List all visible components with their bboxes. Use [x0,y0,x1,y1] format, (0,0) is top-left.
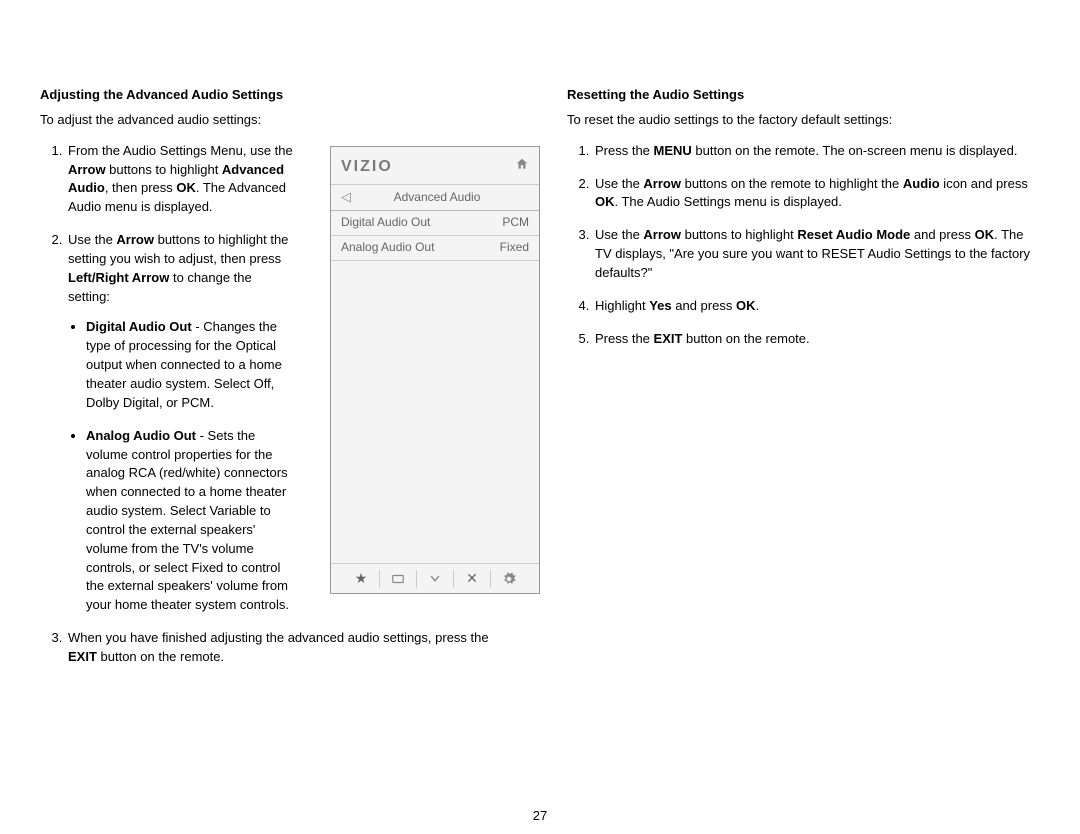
vizio-logo: VIZIO [341,155,393,178]
vizio-header: VIZIO [331,147,539,185]
menu-row-digital: Digital Audio Out PCM [331,211,539,236]
vizio-bottom-bar: ★ ✕ [331,563,539,593]
star-icon: ★ [343,570,380,588]
gear-icon [491,570,527,588]
list-item: Use the Arrow buttons on the remote to h… [593,175,1040,213]
right-column: Resetting the Audio Settings To reset th… [567,86,1040,681]
menu-row-analog: Analog Audio Out Fixed [331,236,539,261]
intro-right: To reset the audio settings to the facto… [567,111,1040,130]
home-icon [515,157,529,176]
menu-row-label: Analog Audio Out [341,239,434,256]
sub-bullets: Digital Audio Out - Changes the type of … [68,318,296,615]
left-column: Adjusting the Advanced Audio Settings To… [40,86,513,681]
steps-right: Press the MENU button on the remote. The… [567,142,1040,349]
section-title-left: Adjusting the Advanced Audio Settings [40,86,513,105]
list-item: Analog Audio Out - Sets the volume contr… [86,427,296,615]
list-item: Use the Arrow buttons to highlight Reset… [593,226,1040,283]
vizio-tab-row: ◁ Advanced Audio [331,185,539,211]
menu-row-value: PCM [502,214,529,231]
vizio-menu-panel: VIZIO ◁ Advanced Audio Digital Audio Out… [330,146,540,594]
list-item: Highlight Yes and press OK. [593,297,1040,316]
section-title-right: Resetting the Audio Settings [567,86,1040,105]
list-item: Digital Audio Out - Changes the type of … [86,318,296,412]
back-arrow-icon: ◁ [341,188,351,207]
menu-row-value: Fixed [500,239,529,256]
list-item: Press the EXIT button on the remote. [593,330,1040,349]
list-item: When you have finished adjusting the adv… [66,629,513,667]
close-icon: ✕ [454,570,491,588]
intro-left: To adjust the advanced audio settings: [40,111,513,130]
vizio-tab-label: Advanced Audio [363,189,529,206]
screen-icon [380,570,417,588]
list-item: Use the Arrow buttons to highlight the s… [66,231,296,615]
list-item: From the Audio Settings Menu, use the Ar… [66,142,296,217]
v-icon [417,570,454,588]
list-item: Press the MENU button on the remote. The… [593,142,1040,161]
page-number: 27 [0,807,1080,826]
menu-row-label: Digital Audio Out [341,214,430,231]
